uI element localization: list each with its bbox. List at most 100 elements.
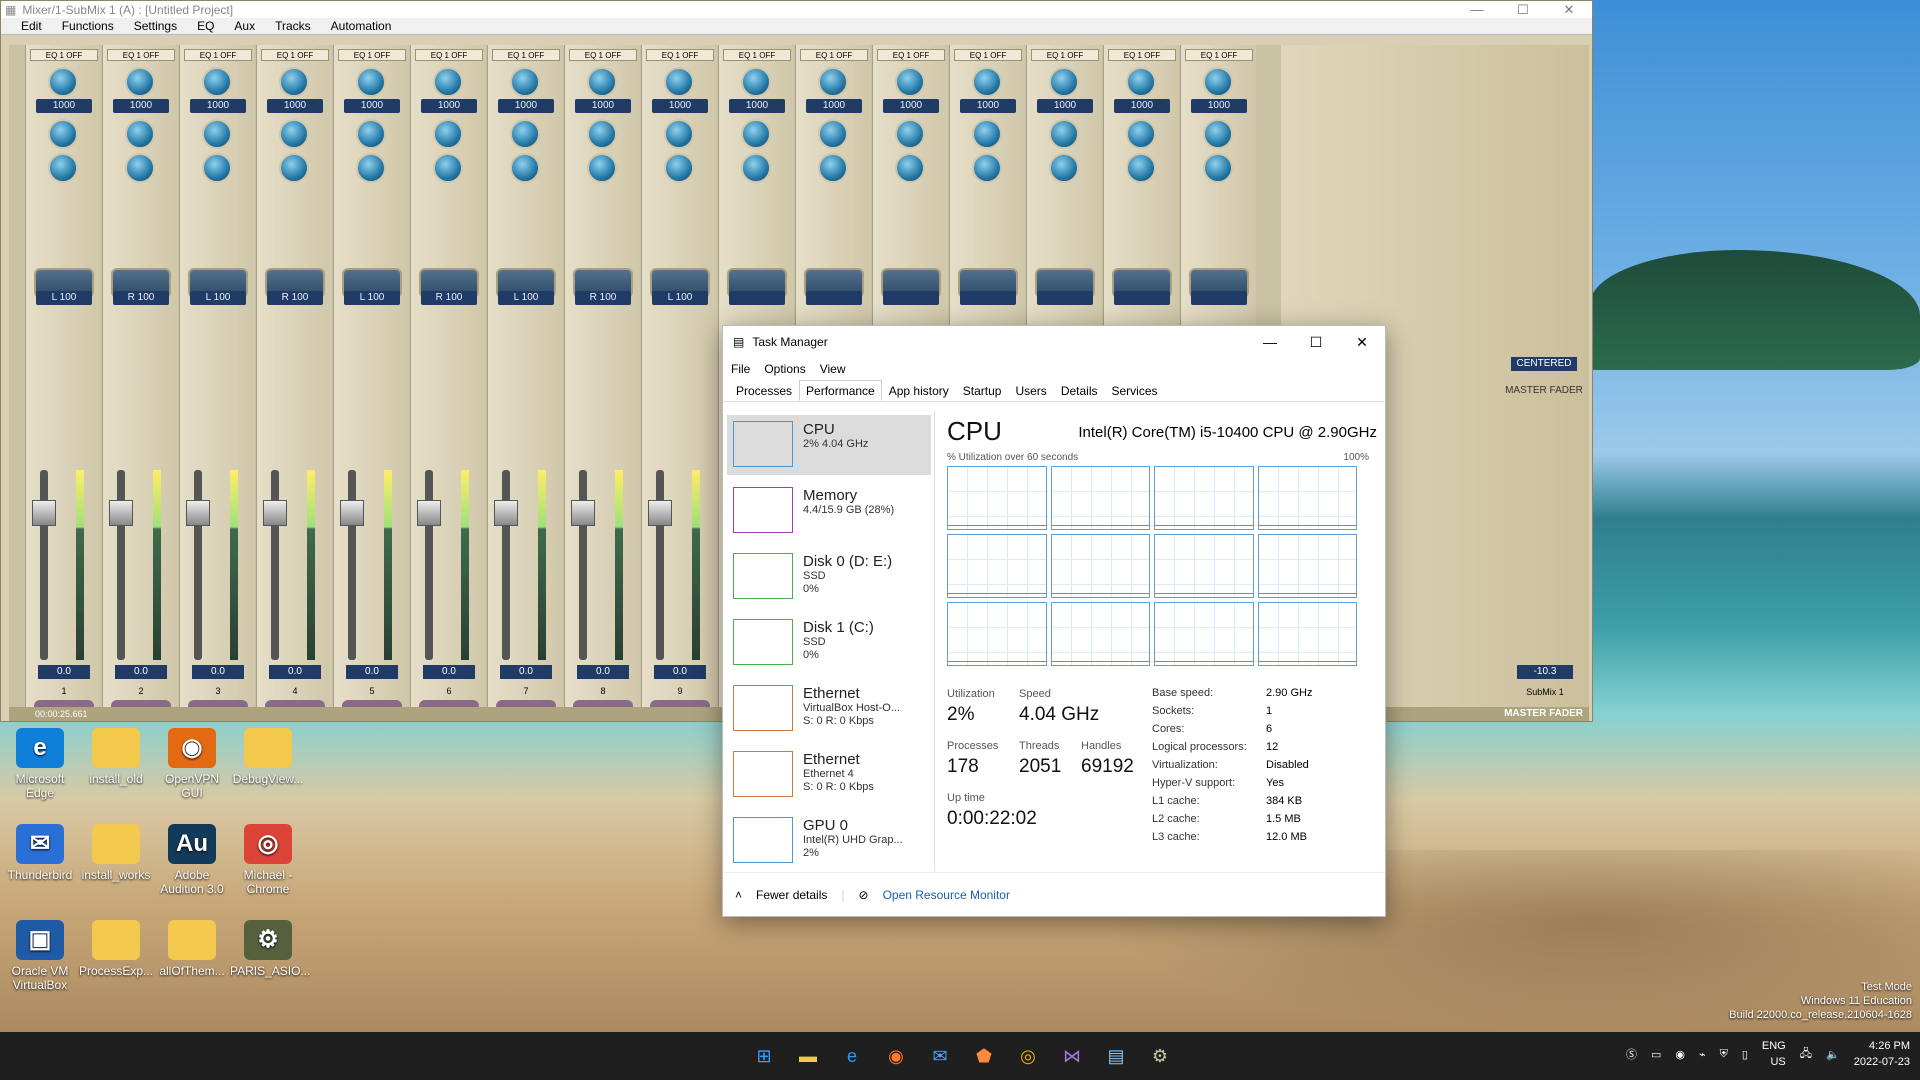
desktop-icon[interactable]: install_old <box>78 728 154 786</box>
desktop-icon[interactable]: Au Adobe Audition 3.0 <box>154 824 230 896</box>
network-icon[interactable]: 🖧 <box>1800 1045 1812 1064</box>
fader-handle[interactable] <box>32 500 56 526</box>
fewer-details-button[interactable]: Fewer details <box>756 888 827 902</box>
gain-knob[interactable] <box>1203 119 1233 149</box>
bw-knob[interactable] <box>510 153 540 183</box>
freq-knob[interactable] <box>972 67 1002 97</box>
tray-display-icon[interactable]: ▭ <box>1651 1048 1661 1061</box>
freq-display[interactable]: 1000 <box>1037 99 1093 113</box>
pan-display[interactable]: R 100 <box>421 291 477 305</box>
pan-display[interactable]: L 100 <box>344 291 400 305</box>
pan-display[interactable] <box>1191 291 1247 305</box>
tray-battery-icon[interactable]: ▯ <box>1742 1048 1748 1061</box>
mixer-menu-item[interactable]: Tracks <box>275 19 311 33</box>
gain-knob[interactable] <box>895 119 925 149</box>
bw-knob[interactable] <box>279 153 309 183</box>
bw-knob[interactable] <box>1203 153 1233 183</box>
freq-knob[interactable] <box>356 67 386 97</box>
firefox-icon[interactable]: ◉ <box>880 1040 912 1072</box>
desktop-icon[interactable]: ◎ Michael - Chrome <box>230 824 306 896</box>
freq-knob[interactable] <box>1049 67 1079 97</box>
volume-display[interactable]: 0.0 <box>269 665 321 679</box>
freq-knob[interactable] <box>895 67 925 97</box>
close-icon[interactable]: ✕ <box>1339 326 1385 358</box>
eq-toggle[interactable]: EQ 1 OFF <box>338 49 406 61</box>
mixer-menu-item[interactable]: Automation <box>331 19 392 33</box>
freq-display[interactable]: 1000 <box>729 99 785 113</box>
resource-item[interactable]: Disk 1 (C:) SSD 0% <box>727 613 931 673</box>
task-manager-window[interactable]: ▤ Task Manager — ☐ ✕ File Options View Pro… <box>722 325 1386 917</box>
tm-menu-item[interactable]: View <box>820 362 846 376</box>
freq-knob[interactable] <box>279 67 309 97</box>
mixer-menu-item[interactable]: Aux <box>234 19 255 33</box>
pan-display[interactable] <box>1037 291 1093 305</box>
mixer-menu-item[interactable]: Functions <box>62 19 114 33</box>
freq-display[interactable]: 1000 <box>190 99 246 113</box>
freq-display[interactable]: 1000 <box>498 99 554 113</box>
freq-knob[interactable] <box>1126 67 1156 97</box>
freq-display[interactable]: 1000 <box>1191 99 1247 113</box>
shield-app-icon[interactable]: ⬟ <box>968 1040 1000 1072</box>
mixer-titlebar[interactable]: ▦ Mixer/1-SubMix 1 (A) : [Untitled Proje… <box>1 1 1592 18</box>
eq-toggle[interactable]: EQ 1 OFF <box>1185 49 1253 61</box>
tray-vpn-icon[interactable]: ◉ <box>1675 1048 1685 1061</box>
freq-knob[interactable] <box>664 67 694 97</box>
fader-handle[interactable] <box>648 500 672 526</box>
bw-knob[interactable] <box>48 153 78 183</box>
chrome-icon[interactable]: ◎ <box>1012 1040 1044 1072</box>
fader-handle[interactable] <box>109 500 133 526</box>
freq-display[interactable]: 1000 <box>652 99 708 113</box>
bw-knob[interactable] <box>664 153 694 183</box>
gain-knob[interactable] <box>1126 119 1156 149</box>
desktop-icon[interactable]: ProcessExp... <box>78 920 154 978</box>
tm-tab[interactable]: Details <box>1054 380 1105 401</box>
gain-knob[interactable] <box>587 119 617 149</box>
volume-display[interactable]: 0.0 <box>500 665 552 679</box>
eq-toggle[interactable]: EQ 1 OFF <box>30 49 98 61</box>
eq-toggle[interactable]: EQ 1 OFF <box>723 49 791 61</box>
freq-display[interactable]: 1000 <box>1114 99 1170 113</box>
freq-knob[interactable] <box>818 67 848 97</box>
gain-knob[interactable] <box>1049 119 1079 149</box>
volume-display[interactable]: 0.0 <box>115 665 167 679</box>
eq-toggle[interactable]: EQ 1 OFF <box>1108 49 1176 61</box>
gain-knob[interactable] <box>356 119 386 149</box>
maximize-icon[interactable]: ☐ <box>1500 1 1546 18</box>
tm-tab[interactable]: Services <box>1105 380 1165 401</box>
edge-icon[interactable]: e <box>836 1040 868 1072</box>
maximize-icon[interactable]: ☐ <box>1293 326 1339 358</box>
volume-display[interactable]: 0.0 <box>38 665 90 679</box>
tray-network-adapter-icon[interactable]: ⌁ <box>1699 1048 1706 1061</box>
file-explorer-icon[interactable]: ▬ <box>792 1040 824 1072</box>
language-indicator[interactable]: ENG US <box>1762 1038 1786 1070</box>
resource-item[interactable]: Ethernet VirtualBox Host-O... S: 0 R: 0 … <box>727 679 931 739</box>
visual-studio-icon[interactable]: ⋈ <box>1056 1040 1088 1072</box>
freq-knob[interactable] <box>125 67 155 97</box>
pan-display[interactable]: R 100 <box>575 291 631 305</box>
freq-knob[interactable] <box>433 67 463 97</box>
tm-menu-item[interactable]: Options <box>764 362 805 376</box>
freq-display[interactable]: 1000 <box>421 99 477 113</box>
master-volume-display[interactable]: -10.3 <box>1517 665 1573 679</box>
freq-knob[interactable] <box>587 67 617 97</box>
freq-display[interactable]: 1000 <box>883 99 939 113</box>
pan-display[interactable]: L 100 <box>36 291 92 305</box>
desktop-icon[interactable]: ▣ Oracle VM VirtualBox <box>2 920 78 992</box>
gain-knob[interactable] <box>664 119 694 149</box>
volume-icon[interactable]: 🔈 <box>1826 1048 1840 1061</box>
bw-knob[interactable] <box>818 153 848 183</box>
eq-toggle[interactable]: EQ 1 OFF <box>800 49 868 61</box>
freq-knob[interactable] <box>48 67 78 97</box>
minimize-icon[interactable]: — <box>1247 326 1293 358</box>
mixer-menu-item[interactable]: Edit <box>21 19 42 33</box>
gain-knob[interactable] <box>125 119 155 149</box>
tm-menu-item[interactable]: File <box>731 362 750 376</box>
tm-tab[interactable]: Processes <box>729 380 799 401</box>
bw-knob[interactable] <box>895 153 925 183</box>
fader-handle[interactable] <box>417 500 441 526</box>
bw-knob[interactable] <box>125 153 155 183</box>
minimize-icon[interactable]: — <box>1454 1 1500 18</box>
gain-knob[interactable] <box>972 119 1002 149</box>
freq-display[interactable]: 1000 <box>960 99 1016 113</box>
pan-display[interactable]: L 100 <box>190 291 246 305</box>
